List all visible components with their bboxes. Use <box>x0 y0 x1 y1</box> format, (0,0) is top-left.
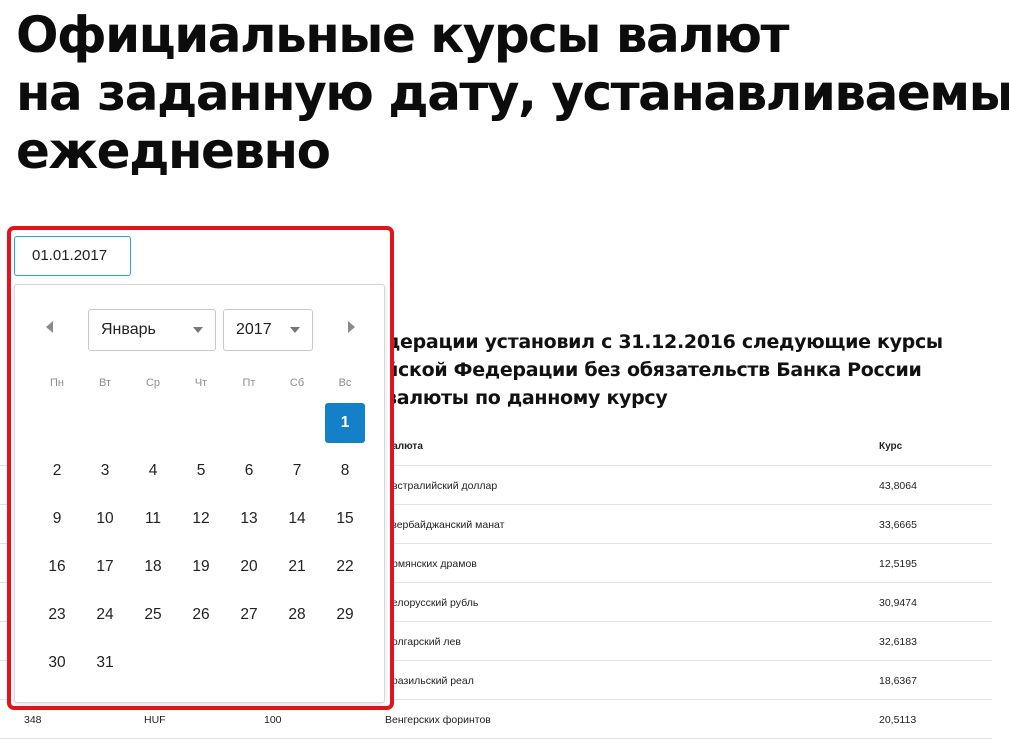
weekday-label: Вс <box>338 377 352 389</box>
cell-currency: Австралийский доллар <box>385 480 498 492</box>
day-cell[interactable]: 2 <box>37 451 77 491</box>
year-select[interactable]: 2017 <box>223 309 313 351</box>
prev-month-icon[interactable] <box>41 319 57 335</box>
day-cell[interactable]: 12 <box>181 499 221 539</box>
day-cell[interactable]: 16 <box>37 547 77 587</box>
rates-description: дерации установил с 31.12.2016 следующие… <box>385 328 985 412</box>
day-cell[interactable]: 19 <box>181 547 221 587</box>
day-cell[interactable]: 18 <box>133 547 173 587</box>
cell-currency: Азербайджанский манат <box>385 519 505 531</box>
cell-rate: 18,6367 <box>879 675 917 687</box>
day-cell[interactable]: 27 <box>229 595 269 635</box>
datepicker-popup: Январь 2017 Пн Вт Ср Чт Пт Сб Вс 1 2 3 4 5 6 7 8 9 10 11 1… <box>14 284 385 703</box>
cell-units: 100 <box>264 714 282 726</box>
day-cell[interactable]: 20 <box>229 547 269 587</box>
page-title-line: Официальные курсы валют <box>16 6 789 64</box>
description-line: йской Федерации без обязательств Банка Р… <box>385 359 922 381</box>
column-header-rate: Курс <box>879 441 903 452</box>
date-input[interactable]: 01.01.2017 <box>14 236 131 276</box>
day-cell[interactable]: 10 <box>85 499 125 539</box>
day-cell[interactable]: 15 <box>325 499 365 539</box>
chevron-down-icon <box>193 327 203 333</box>
page-title-line: ежедневно <box>16 122 331 180</box>
weekday-label: Чт <box>194 377 208 389</box>
day-cell[interactable]: 17 <box>85 547 125 587</box>
day-cell[interactable]: 7 <box>277 451 317 491</box>
day-cell-selected[interactable]: 1 <box>325 403 365 443</box>
cell-currency: Бразильский реал <box>385 675 474 687</box>
day-cell[interactable]: 24 <box>85 595 125 635</box>
weekday-label: Пн <box>50 377 64 389</box>
cell-currency: Венгерских форинтов <box>385 714 491 726</box>
day-cell[interactable]: 8 <box>325 451 365 491</box>
day-cell[interactable]: 3 <box>85 451 125 491</box>
day-cell[interactable]: 23 <box>37 595 77 635</box>
cell-rate: 32,6183 <box>879 636 917 648</box>
day-cell[interactable]: 14 <box>277 499 317 539</box>
chevron-down-icon <box>290 327 300 333</box>
day-cell[interactable]: 13 <box>229 499 269 539</box>
day-cell[interactable]: 30 <box>37 643 77 683</box>
day-cell[interactable]: 25 <box>133 595 173 635</box>
day-cell[interactable]: 21 <box>277 547 317 587</box>
year-select-value: 2017 <box>236 321 272 338</box>
cell-code: 348 <box>24 714 42 726</box>
day-cell[interactable]: 31 <box>85 643 125 683</box>
weekday-label: Ср <box>145 377 161 389</box>
description-line: валюты по данному курсу <box>385 387 668 409</box>
next-month-icon[interactable] <box>343 319 359 335</box>
cell-rate: 43,8064 <box>879 480 917 492</box>
cell-rate: 20,5113 <box>879 714 917 726</box>
cell-currency: Белорусский рубль <box>385 597 479 609</box>
day-cell[interactable]: 9 <box>37 499 77 539</box>
day-cell[interactable]: 6 <box>229 451 269 491</box>
page-title: Официальные курсы валют на заданную дату… <box>16 6 1009 180</box>
month-select[interactable]: Январь <box>88 309 216 351</box>
description-line: дерации установил с 31.12.2016 следующие… <box>385 331 943 353</box>
page-title-line: на заданную дату, устанавливаемые <box>16 64 1009 122</box>
cell-currency: Армянских драмов <box>385 558 477 570</box>
weekday-label: Вт <box>98 377 111 389</box>
day-cell[interactable]: 11 <box>133 499 173 539</box>
day-cell[interactable]: 22 <box>325 547 365 587</box>
day-cell[interactable]: 5 <box>181 451 221 491</box>
cell-rate: 12,5195 <box>879 558 917 570</box>
cell-rate: 33,6665 <box>879 519 917 531</box>
day-cell[interactable]: 4 <box>133 451 173 491</box>
weekday-label: Пт <box>242 377 256 389</box>
weekday-label: Сб <box>289 377 305 389</box>
cell-currency: Болгарский лев <box>385 636 461 648</box>
day-cell[interactable]: 29 <box>325 595 365 635</box>
day-cell[interactable]: 26 <box>181 595 221 635</box>
day-cell[interactable]: 28 <box>277 595 317 635</box>
cell-letter-code: HUF <box>144 714 166 726</box>
cell-rate: 30,9474 <box>879 597 917 609</box>
month-select-value: Январь <box>101 321 156 338</box>
